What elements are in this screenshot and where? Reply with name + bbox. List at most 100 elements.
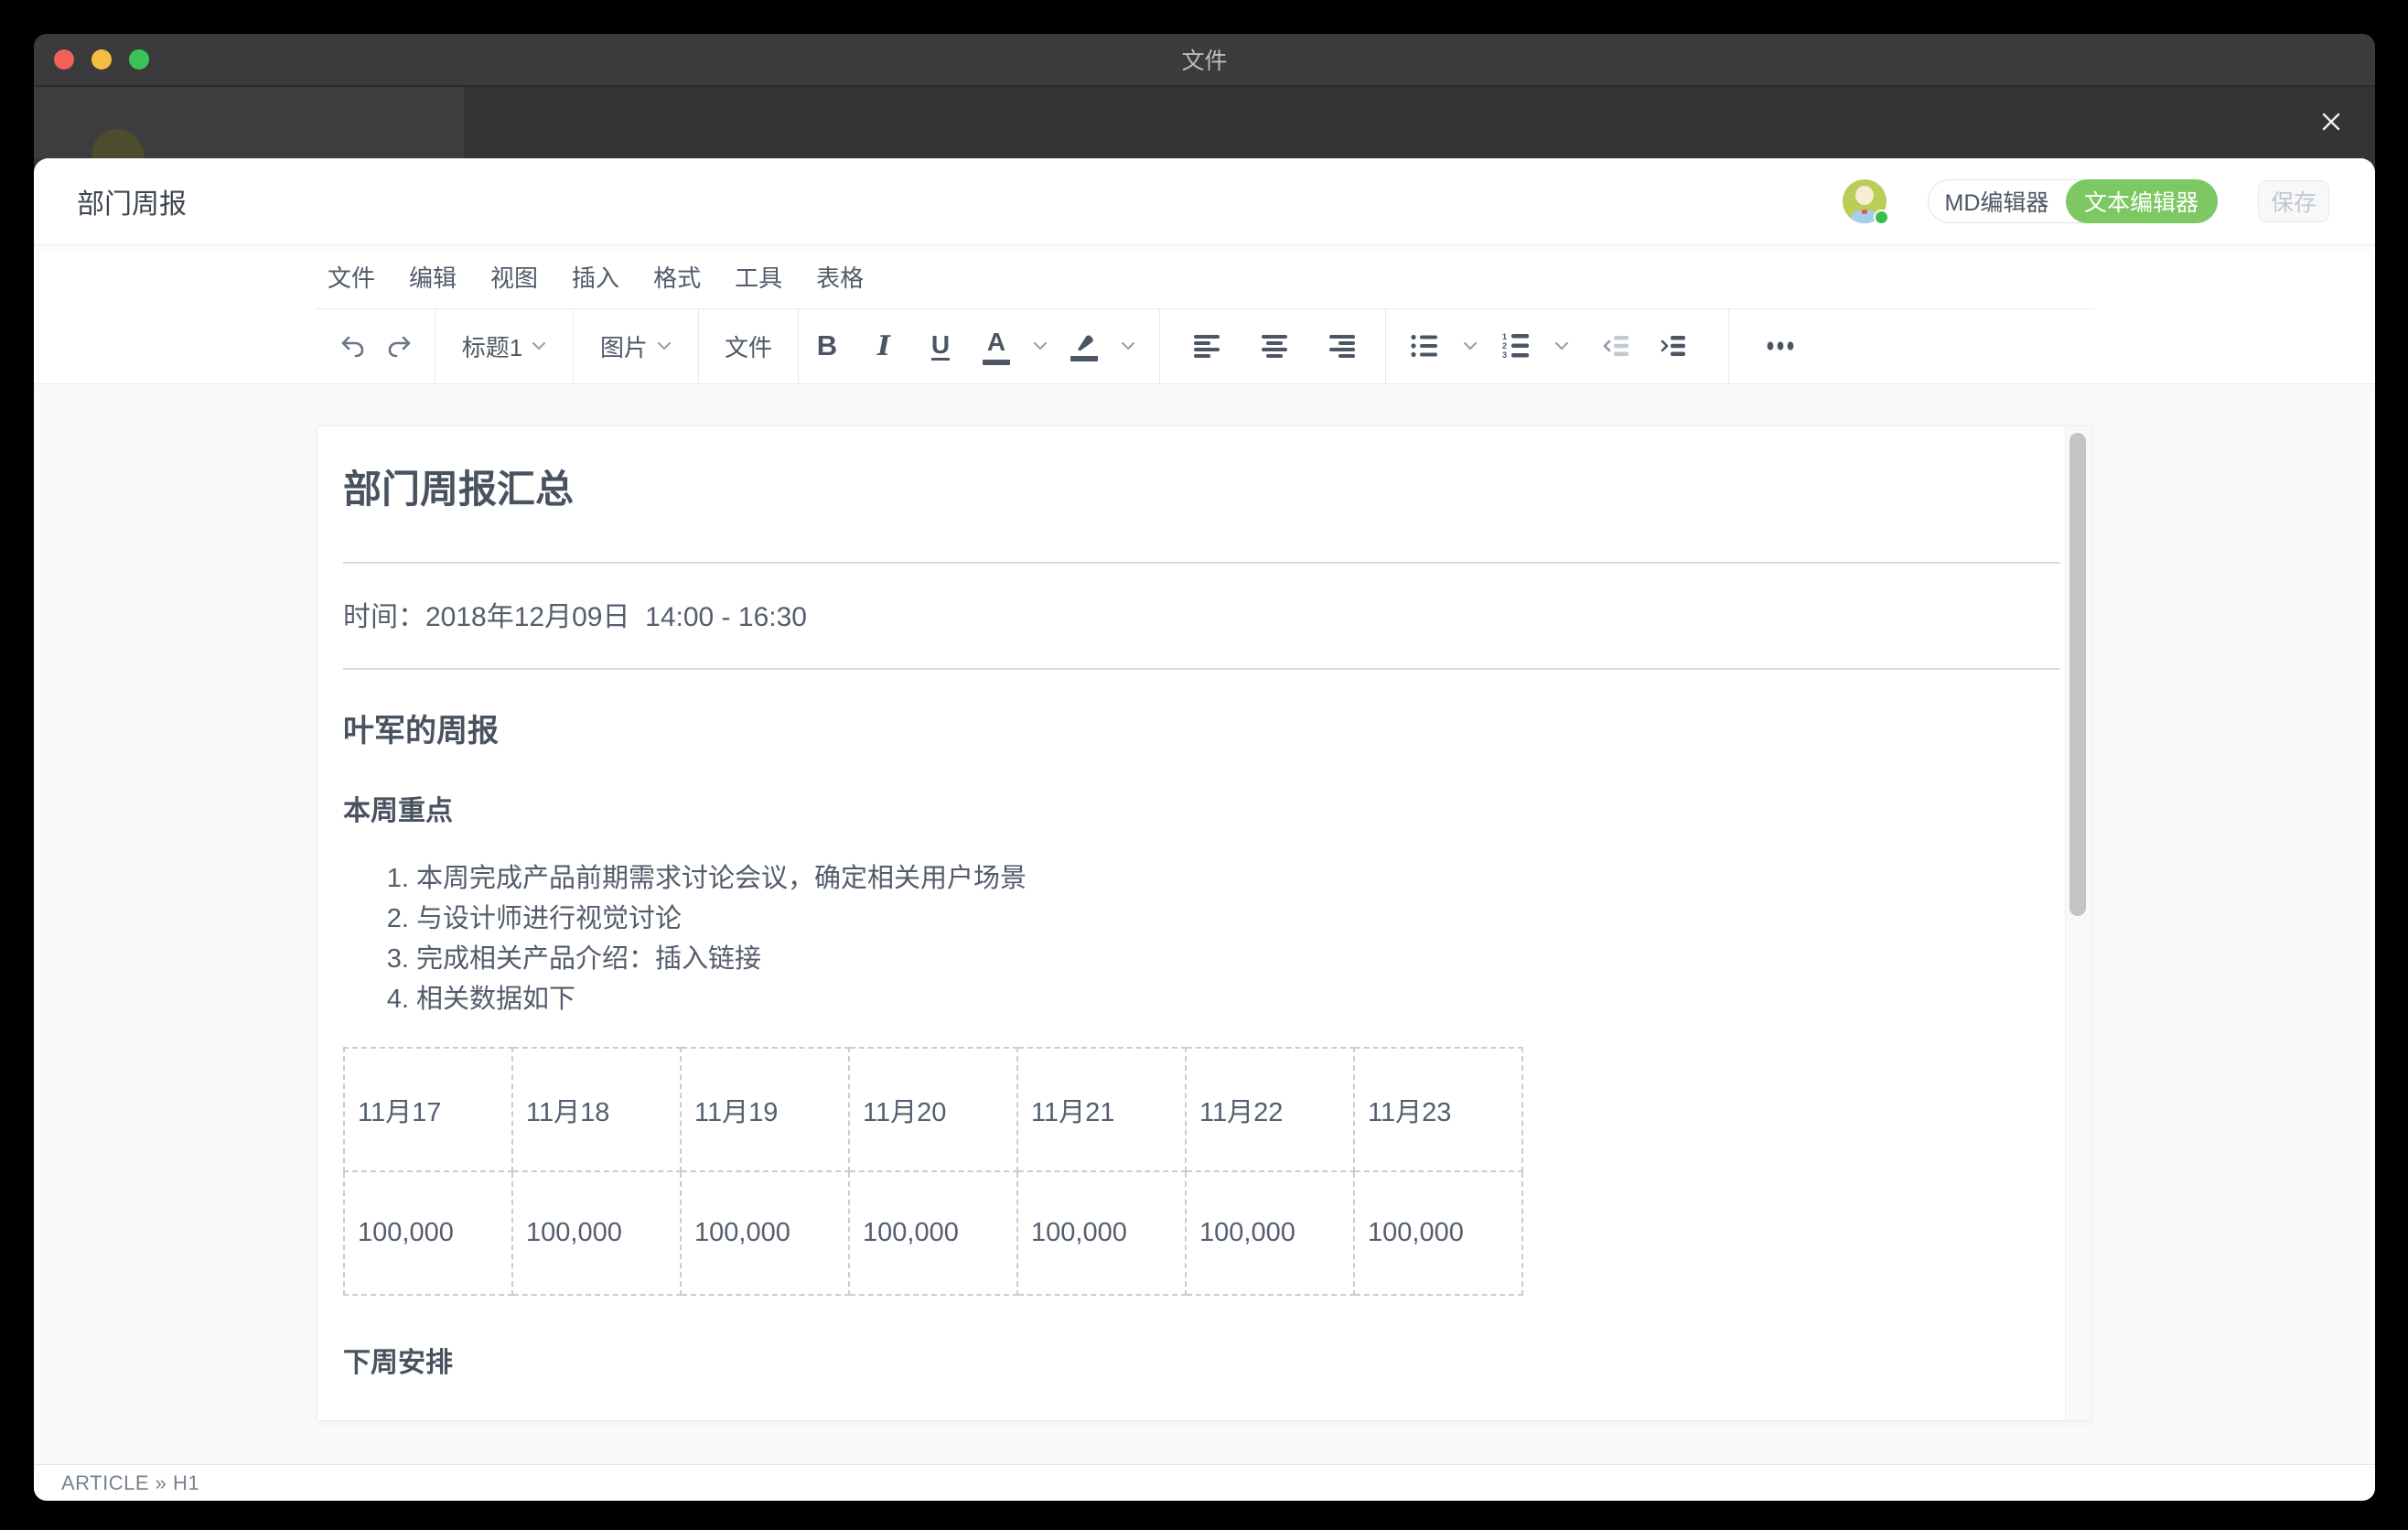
table-cell[interactable]: 100,000 xyxy=(1354,1171,1522,1295)
file-attach-label: 文件 xyxy=(725,329,772,363)
avatar-head xyxy=(1855,186,1874,205)
panel-header: 部门周报 MD编辑器 文本编辑器 保存 xyxy=(34,158,2375,245)
app-window: 文件 部门周报 MD编辑器 文本 xyxy=(34,34,2375,1501)
more-tools-button[interactable] xyxy=(1742,320,1824,372)
table-cell[interactable]: 100,000 xyxy=(681,1171,849,1295)
titlebar: 文件 xyxy=(34,34,2375,87)
align-center-button[interactable] xyxy=(1241,320,1308,372)
file-attach-button[interactable]: 文件 xyxy=(699,320,798,372)
online-status-dot xyxy=(1874,210,1889,225)
redo-icon xyxy=(385,331,414,361)
menu-table[interactable]: 表格 xyxy=(816,260,864,294)
table-cell[interactable]: 100,000 xyxy=(1186,1171,1354,1295)
table-cell[interactable]: 11月19 xyxy=(681,1048,849,1171)
outdent-button[interactable] xyxy=(1587,320,1644,372)
indent-icon xyxy=(1658,333,1687,359)
user-avatar[interactable] xyxy=(1843,179,1887,223)
chevron-down-icon xyxy=(1121,341,1135,350)
document-scrollbar-thumb[interactable] xyxy=(2069,433,2086,916)
bold-button[interactable]: B xyxy=(799,320,855,372)
toolbar-separator xyxy=(1385,308,1386,383)
toolbar-separator xyxy=(1728,308,1729,383)
table-cell[interactable]: 11月17 xyxy=(344,1048,512,1171)
highlight-color-dropdown[interactable] xyxy=(1112,320,1145,372)
image-dropdown[interactable]: 图片 xyxy=(574,320,698,372)
svg-text:1: 1 xyxy=(1502,332,1507,341)
align-right-button[interactable] xyxy=(1308,320,1376,372)
outdent-icon xyxy=(1601,333,1630,359)
redo-button[interactable] xyxy=(376,320,424,372)
table-cell[interactable]: 100,000 xyxy=(344,1171,512,1295)
menu-format[interactable]: 格式 xyxy=(653,260,701,294)
more-icon xyxy=(1764,339,1802,352)
svg-text:2: 2 xyxy=(1502,341,1507,350)
italic-icon: I xyxy=(877,330,890,362)
table-cell[interactable]: 100,000 xyxy=(1017,1171,1186,1295)
list-item: 本周完成产品前期需求讨论会议，确定相关用户场景 xyxy=(416,858,2060,899)
chevron-down-icon xyxy=(1554,341,1569,350)
table-cell[interactable]: 11月18 xyxy=(512,1048,681,1171)
table-row: 100,000 100,000 100,000 100,000 100,000 … xyxy=(344,1171,1522,1295)
table-cell[interactable]: 11月21 xyxy=(1017,1048,1186,1171)
divider xyxy=(343,562,2060,564)
font-color-button[interactable]: A xyxy=(969,320,1024,372)
menu-tools[interactable]: 工具 xyxy=(735,260,782,294)
numbered-list-button[interactable]: 1 2 3 xyxy=(1487,320,1545,372)
italic-button[interactable]: I xyxy=(855,320,912,372)
statusbar: ARTICLE » H1 xyxy=(34,1464,2375,1501)
doc-heading-1: 部门周报汇总 xyxy=(343,469,2060,511)
document-card[interactable]: 部门周报汇总 时间：2018年12月09日 14:00 - 16:30 叶军的周… xyxy=(317,426,2092,1421)
align-right-icon xyxy=(1328,333,1357,359)
bullet-list-button[interactable] xyxy=(1395,320,1454,372)
chevron-down-icon xyxy=(657,341,672,350)
text-editor-tab[interactable]: 文本编辑器 xyxy=(2066,179,2218,223)
window-title: 文件 xyxy=(34,43,2375,76)
toolbar-separator xyxy=(1159,308,1160,383)
close-modal-button[interactable] xyxy=(2313,103,2349,140)
md-editor-tab[interactable]: MD编辑器 xyxy=(1929,185,2066,218)
font-color-icon: A xyxy=(983,328,1010,365)
bullet-list-icon xyxy=(1410,333,1439,359)
menu-edit[interactable]: 编辑 xyxy=(409,260,457,294)
table-cell[interactable]: 11月23 xyxy=(1354,1048,1522,1171)
document-content[interactable]: 部门周报汇总 时间：2018年12月09日 14:00 - 16:30 叶军的周… xyxy=(343,426,2060,1420)
font-color-dropdown[interactable] xyxy=(1024,320,1057,372)
table-cell[interactable]: 11月22 xyxy=(1186,1048,1354,1171)
heading-style-label: 标题1 xyxy=(462,329,522,363)
doc-data-table[interactable]: 11月17 11月18 11月19 11月20 11月21 11月22 11月2… xyxy=(343,1047,1523,1296)
highlight-color-button[interactable] xyxy=(1057,320,1112,372)
menu-view[interactable]: 视图 xyxy=(490,260,538,294)
editor-panel: 部门周报 MD编辑器 文本编辑器 保存 文件 编辑 视图 插入 格式 xyxy=(34,158,2375,1501)
table-cell[interactable]: 11月20 xyxy=(849,1048,1017,1171)
menu-insert[interactable]: 插入 xyxy=(572,260,619,294)
numbered-list-icon: 1 2 3 xyxy=(1501,332,1531,360)
editor-mode-switch: MD编辑器 文本编辑器 xyxy=(1928,179,2218,223)
close-icon xyxy=(2317,108,2345,135)
bold-icon: B xyxy=(817,329,837,362)
highlighter-icon xyxy=(1070,330,1098,361)
page-title: 部门周报 xyxy=(77,181,187,221)
divider xyxy=(343,668,2060,670)
align-center-icon xyxy=(1260,333,1289,359)
document-scrollbar-track[interactable] xyxy=(2065,426,2091,1420)
indent-button[interactable] xyxy=(1644,320,1701,372)
numbered-list-dropdown[interactable] xyxy=(1545,320,1578,372)
table-row: 11月17 11月18 11月19 11月20 11月21 11月22 11月2… xyxy=(344,1048,1522,1171)
save-button[interactable]: 保存 xyxy=(2258,180,2329,222)
chevron-down-icon xyxy=(1033,341,1048,350)
bullet-list-dropdown[interactable] xyxy=(1454,320,1487,372)
chevron-down-icon xyxy=(532,341,546,350)
chevron-down-icon xyxy=(1463,341,1478,350)
menu-file[interactable]: 文件 xyxy=(328,260,375,294)
table-cell[interactable]: 100,000 xyxy=(849,1171,1017,1295)
doc-subsection-title: 本周重点 xyxy=(343,798,2060,825)
image-label: 图片 xyxy=(600,329,648,363)
modal-backdrop xyxy=(34,87,2375,158)
underline-button[interactable]: U xyxy=(912,320,969,372)
heading-style-dropdown[interactable]: 标题1 xyxy=(435,320,573,372)
font-color-bar xyxy=(983,360,1010,365)
align-left-button[interactable] xyxy=(1173,320,1241,372)
table-cell[interactable]: 100,000 xyxy=(512,1171,681,1295)
undo-button[interactable] xyxy=(328,320,376,372)
list-item: 相关数据如下 xyxy=(416,979,2060,1019)
